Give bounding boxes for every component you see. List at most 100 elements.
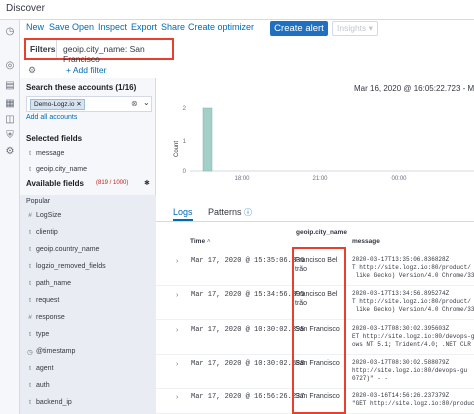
field-list-item[interactable]: # LogSize bbox=[20, 208, 156, 224]
string-type-icon: t bbox=[29, 399, 31, 406]
field-name: LogSize bbox=[36, 212, 62, 219]
field-list-item[interactable]: t auth bbox=[20, 378, 156, 394]
date-range[interactable]: Mar 16, 2020 @ 16:05:22.723 - Ma bbox=[354, 84, 474, 93]
expand-chevron-icon[interactable]: › bbox=[176, 258, 178, 265]
tab-patterns-label: Patterns bbox=[208, 207, 242, 217]
number-type-icon: # bbox=[28, 314, 32, 321]
dashboard-icon[interactable]: ▦ bbox=[4, 98, 16, 110]
available-fields-title: Available fields bbox=[26, 179, 84, 188]
time-cell: Mar 17, 2020 @ 10:30:02.588 bbox=[191, 360, 305, 368]
filter-bar[interactable]: Filters geoip.city_name: San Francisco bbox=[24, 38, 174, 64]
selected-field[interactable]: t geoip.city_name bbox=[20, 162, 156, 178]
field-list-item[interactable]: t type bbox=[20, 327, 156, 343]
field-name: auth bbox=[36, 382, 50, 389]
string-type-icon: t bbox=[29, 263, 31, 270]
histogram-bar[interactable] bbox=[202, 107, 213, 172]
string-type-icon: t bbox=[29, 297, 31, 304]
add-filter-button[interactable]: + Add filter bbox=[66, 65, 106, 75]
selected-field[interactable]: t message bbox=[20, 146, 156, 162]
message-cell: 2020-03-17T13:34:56.895274Z T http://sit… bbox=[352, 290, 474, 313]
create-optimizer-button[interactable]: Create optimizer bbox=[188, 22, 254, 32]
view-tabs: Logs Patterns ⓘ bbox=[156, 206, 474, 222]
message-cell: 2020-03-16T14:56:26.237379Z "GET http://… bbox=[352, 392, 474, 407]
field-name: @timestamp bbox=[36, 348, 76, 355]
create-alert-button[interactable]: Create alert bbox=[270, 21, 328, 36]
string-type-icon: t bbox=[29, 246, 31, 253]
accounts-title: Search these accounts (1/16) bbox=[26, 83, 137, 92]
string-type-icon: t bbox=[29, 331, 31, 338]
left-nav: ◷ ◎ ▤ ▦ ◫ ⛨ ⚙ bbox=[0, 20, 20, 414]
field-list-item[interactable]: t agent bbox=[20, 361, 156, 377]
time-header-label: Time bbox=[190, 238, 206, 245]
field-name: backend_ip bbox=[36, 399, 72, 406]
field-name: request bbox=[36, 297, 60, 304]
expand-chevron-icon[interactable]: › bbox=[176, 394, 178, 401]
string-type-icon: t bbox=[29, 229, 31, 236]
message-column-header[interactable]: message bbox=[352, 238, 380, 245]
time-cell: Mar 17, 2020 @ 15:35:06.836 bbox=[191, 257, 305, 265]
time-cell: Mar 17, 2020 @ 16:56:26.237 bbox=[191, 393, 305, 401]
gear-icon[interactable]: ⚙ bbox=[4, 146, 16, 158]
chevron-down-icon[interactable]: ⌄ bbox=[143, 98, 150, 107]
inspect-button[interactable]: Inspect bbox=[98, 22, 127, 32]
message-cell: 2020-03-17T08:30:02.395603Z ET http://si… bbox=[352, 325, 474, 348]
expand-chevron-icon[interactable]: › bbox=[176, 292, 178, 299]
shield-icon[interactable]: ⛨ bbox=[4, 130, 16, 142]
field-list-item[interactable]: t logzio_removed_fields bbox=[20, 259, 156, 275]
message-cell: 2020-03-17T08:30:02.588079Z http://site.… bbox=[352, 359, 468, 382]
insights-button[interactable]: Insights ▾ bbox=[332, 21, 378, 36]
clock-icon[interactable]: ◷ bbox=[4, 26, 16, 38]
filter-settings-icon[interactable]: ⚙ bbox=[28, 65, 36, 76]
chevron-down-icon: ▾ bbox=[368, 23, 373, 33]
open-button[interactable]: Open bbox=[72, 22, 94, 32]
insights-label: Insights bbox=[337, 23, 367, 33]
compass-icon[interactable]: ◎ bbox=[4, 60, 16, 72]
account-chip[interactable]: Demo-Logz.io ✕ bbox=[30, 99, 85, 110]
add-all-accounts-link[interactable]: Add all accounts bbox=[26, 114, 77, 121]
field-list-item[interactable]: # response bbox=[20, 310, 156, 326]
window-title: Discover bbox=[0, 0, 474, 20]
sort-icon: ˄ bbox=[206, 238, 211, 245]
selected-fields-title: Selected fields bbox=[26, 134, 83, 143]
string-type-icon: t bbox=[29, 166, 31, 173]
city-column-header[interactable]: geoip.city_name bbox=[296, 229, 347, 236]
account-selector[interactable]: Demo-Logz.io ✕ ⊗ ⌄ bbox=[26, 96, 152, 112]
tab-patterns[interactable]: Patterns ⓘ bbox=[208, 207, 252, 218]
field-count: (819 / 1000) bbox=[96, 180, 129, 186]
alerts-icon[interactable]: ◫ bbox=[4, 114, 16, 126]
field-list-item[interactable]: t request bbox=[20, 293, 156, 309]
field-list-item[interactable]: t backend_ip bbox=[20, 395, 156, 411]
field-name: geoip.city_name bbox=[36, 166, 87, 173]
field-list-item[interactable]: t clientip bbox=[20, 225, 156, 241]
string-type-icon: t bbox=[29, 382, 31, 389]
field-name: message bbox=[36, 150, 65, 157]
field-list-item[interactable]: ◷ @timestamp bbox=[20, 344, 156, 360]
filter-query[interactable]: geoip.city_name: San Francisco bbox=[63, 44, 172, 64]
time-column-header[interactable]: Time ˄ bbox=[190, 238, 211, 245]
field-name: geoip.country_name bbox=[36, 246, 100, 253]
expand-chevron-icon[interactable]: › bbox=[176, 361, 178, 368]
top-toolbar: New Save Open Inspect Export Share Creat… bbox=[20, 20, 474, 36]
field-list-item[interactable]: t geoip.country_name bbox=[20, 242, 156, 258]
account-chip-label: Demo-Logz.io bbox=[34, 101, 75, 108]
clear-icon[interactable]: ⊗ bbox=[131, 99, 138, 108]
y-tick: 0 bbox=[183, 169, 187, 175]
field-list-item[interactable]: t path_name bbox=[20, 276, 156, 292]
field-name: response bbox=[36, 314, 65, 321]
x-tick: 21:00 bbox=[312, 176, 328, 182]
y-tick: 2 bbox=[183, 106, 187, 112]
city-column-highlight bbox=[292, 247, 346, 414]
save-button[interactable]: Save bbox=[49, 22, 70, 32]
new-button[interactable]: New bbox=[26, 22, 44, 32]
share-button[interactable]: Share bbox=[161, 22, 185, 32]
tab-logs[interactable]: Logs bbox=[173, 207, 193, 221]
time-cell: Mar 17, 2020 @ 10:30:02.395 bbox=[191, 326, 305, 334]
expand-chevron-icon[interactable]: › bbox=[176, 327, 178, 334]
export-button[interactable]: Export bbox=[131, 22, 157, 32]
field-name: logzio_removed_fields bbox=[36, 263, 106, 270]
string-type-icon: t bbox=[29, 365, 31, 372]
x-tick: 00:00 bbox=[391, 176, 407, 182]
gear-icon[interactable]: ✱ bbox=[144, 179, 150, 187]
visualize-icon[interactable]: ▤ bbox=[4, 80, 16, 92]
string-type-icon: t bbox=[29, 150, 31, 157]
